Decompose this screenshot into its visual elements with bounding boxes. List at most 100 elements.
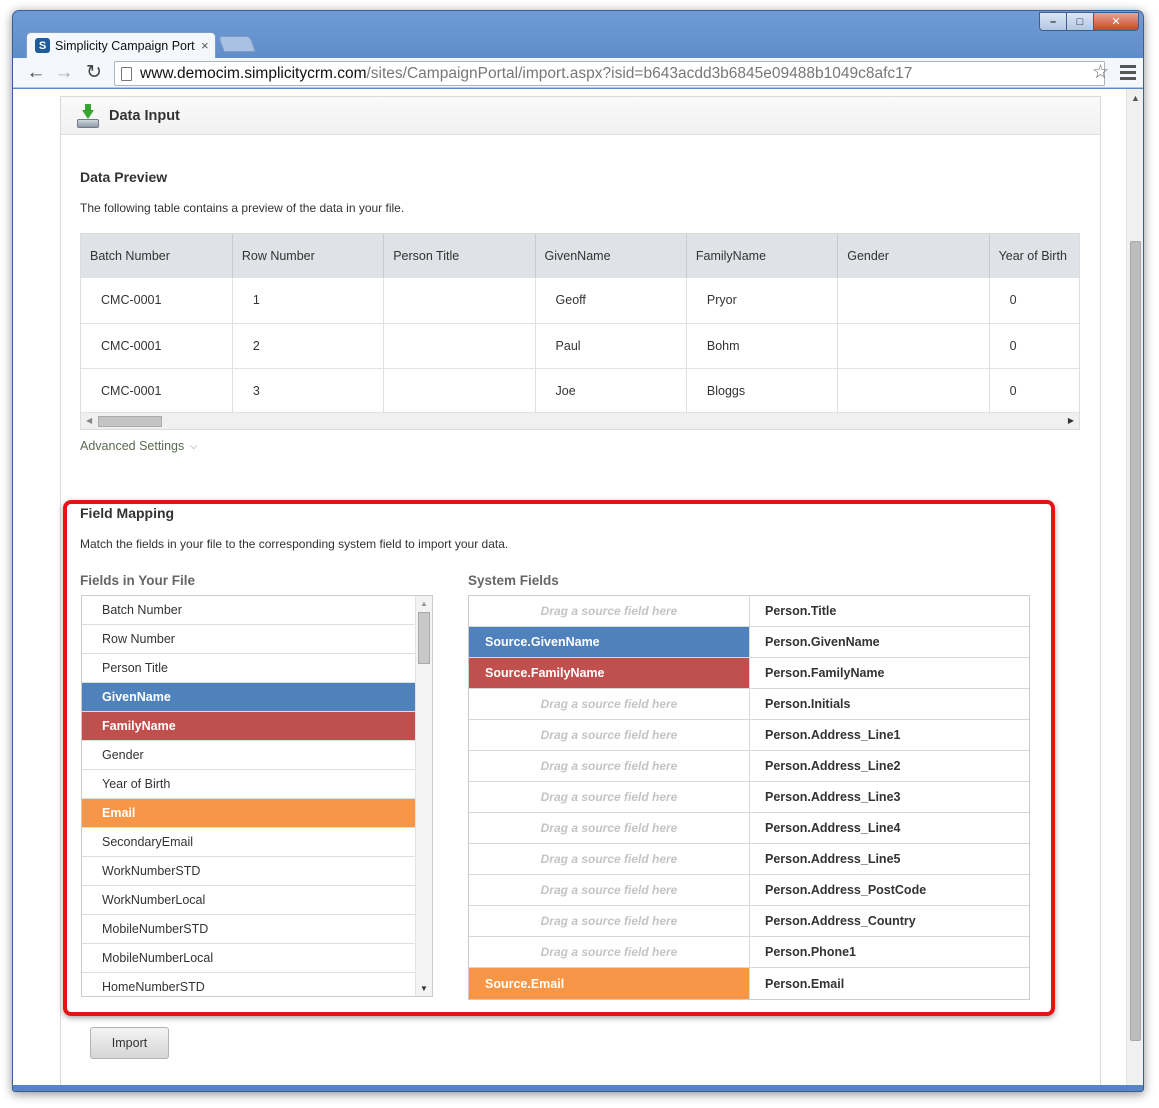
horizontal-scrollbar[interactable]: ◀ ▶ <box>81 412 1079 429</box>
table-cell: CMC-0001 <box>81 278 233 324</box>
url-path: /sites/CampaignPortal/import.aspx?isid=b… <box>366 64 913 82</box>
drop-target-placeholder[interactable]: Drag a source field here <box>469 875 750 905</box>
address-bar[interactable]: www.democim.simplicitycrm.com/sites/Camp… <box>114 61 1105 86</box>
scrollbar-thumb[interactable] <box>98 416 162 427</box>
browser-toolbar: ← → ↻ www.democim.simplicitycrm.com/site… <box>13 58 1143 88</box>
table-cell <box>837 323 990 369</box>
chevron-down-icon: ⌵ <box>190 440 198 451</box>
scroll-right-icon[interactable]: ▶ <box>1068 416 1074 425</box>
close-window-icon[interactable]: ✕ <box>1093 12 1139 31</box>
browser-tab[interactable]: S Simplicity Campaign Portal × <box>26 32 216 58</box>
back-arrow-icon[interactable]: ← <box>25 61 47 85</box>
file-field-item[interactable]: GivenName <box>82 683 416 712</box>
column-header: Row Number <box>232 234 385 278</box>
column-header: Year of Birth <box>989 234 1079 278</box>
scroll-down-icon[interactable]: ▼ <box>420 984 428 993</box>
new-tab-button[interactable] <box>218 36 256 52</box>
list-scrollbar[interactable]: ▲ ▼ <box>415 596 432 996</box>
import-button[interactable]: Import <box>90 1027 169 1059</box>
file-fields-title: Fields in Your File <box>80 573 196 588</box>
file-field-item[interactable]: SecondaryEmail <box>82 828 416 857</box>
drop-target-placeholder[interactable]: Drag a source field here <box>469 782 750 812</box>
system-field-row: Drag a source field here Person.Address_L… <box>469 720 1029 751</box>
table-cell: Joe <box>535 368 687 414</box>
scrollbar-thumb[interactable] <box>418 612 430 664</box>
file-field-item[interactable]: Row Number <box>82 625 416 654</box>
bookmark-star-icon[interactable]: ☆ <box>1092 61 1109 84</box>
drop-target-placeholder[interactable]: Drag a source field here <box>469 813 750 843</box>
file-field-item[interactable]: Gender <box>82 741 416 770</box>
file-fields-list[interactable]: Batch Number Row Number Person Title GivenN… <box>81 595 433 997</box>
table-cell: 0 <box>989 278 1079 324</box>
scroll-left-icon[interactable]: ◀ <box>86 416 92 425</box>
advanced-settings-link[interactable]: Advanced Settings ⌵ <box>80 439 197 453</box>
table-cell: 2 <box>232 323 385 369</box>
page-viewport: Data Input Data Preview The following ta… <box>13 89 1143 1085</box>
drop-target-placeholder[interactable]: Drag a source field here <box>469 689 750 719</box>
favicon-icon: S <box>35 38 50 53</box>
drop-target-placeholder[interactable]: Drag a source field here <box>469 596 750 626</box>
drop-target-placeholder[interactable]: Drag a source field here <box>469 751 750 781</box>
advanced-settings-label: Advanced Settings <box>80 439 185 453</box>
system-field-row: Drag a source field here Person.Initials <box>469 689 1029 720</box>
mapped-source-field[interactable]: Source.Email <box>469 968 750 999</box>
forward-arrow-icon[interactable]: → <box>53 61 75 85</box>
file-field-item[interactable]: MobileNumberLocal <box>82 944 416 973</box>
window-controls: – □ ✕ <box>1039 12 1139 31</box>
page-scrollbar[interactable]: ▲ <box>1126 89 1143 1085</box>
panel-header: Data Input <box>61 97 1100 135</box>
file-field-item[interactable]: WorkNumberSTD <box>82 857 416 886</box>
scrollbar-thumb[interactable] <box>1130 241 1141 1041</box>
column-header: FamilyName <box>686 234 839 278</box>
menu-icon[interactable] <box>1120 62 1136 83</box>
drop-target-placeholder[interactable]: Drag a source field here <box>469 844 750 874</box>
table-cell <box>383 278 536 324</box>
tab-close-icon[interactable]: × <box>201 38 209 53</box>
drop-target-placeholder[interactable]: Drag a source field here <box>469 937 750 967</box>
table-cell <box>837 278 990 324</box>
table-row: CMC-0001 2 Paul Bohm 0 <box>81 323 1079 369</box>
file-field-item[interactable]: MobileNumberSTD <box>82 915 416 944</box>
column-header: GivenName <box>535 234 687 278</box>
table-cell: CMC-0001 <box>81 323 233 369</box>
reload-icon[interactable]: ↻ <box>83 61 105 85</box>
drop-target-placeholder[interactable]: Drag a source field here <box>469 720 750 750</box>
field-mapping-description: Match the fields in your file to the cor… <box>80 537 509 551</box>
system-field-row: Drag a source field here Person.Address_L… <box>469 782 1029 813</box>
table-cell: 0 <box>989 368 1079 414</box>
system-field-row: Source.FamilyName Person.FamilyName <box>469 658 1029 689</box>
minimize-icon[interactable]: – <box>1039 12 1067 31</box>
file-field-item[interactable]: Email <box>82 799 416 828</box>
file-field-item[interactable]: Year of Birth <box>82 770 416 799</box>
file-field-item[interactable]: Batch Number <box>82 596 416 625</box>
table-cell: 0 <box>989 323 1079 369</box>
mapped-source-field[interactable]: Source.FamilyName <box>469 658 750 688</box>
system-field-label: Person.Address_Line3 <box>765 790 901 804</box>
system-field-row: Drag a source field here Person.Address_L… <box>469 751 1029 782</box>
maximize-icon[interactable]: □ <box>1066 12 1094 31</box>
system-field-label: Person.Initials <box>765 697 851 711</box>
table-header-row: Batch Number Row Number Person Title Giv… <box>81 234 1079 278</box>
file-field-item[interactable]: FamilyName <box>82 712 416 741</box>
data-preview-description: The following table contains a preview o… <box>80 201 405 215</box>
column-header: Gender <box>837 234 990 278</box>
data-input-panel: Data Input Data Preview The following ta… <box>60 96 1101 1085</box>
system-field-row: Source.GivenName Person.GivenName <box>469 627 1029 658</box>
table-cell <box>383 323 536 369</box>
scroll-up-icon[interactable]: ▲ <box>1131 93 1140 103</box>
column-header: Person Title <box>383 234 536 278</box>
table-cell: Paul <box>535 323 687 369</box>
drop-target-placeholder[interactable]: Drag a source field here <box>469 906 750 936</box>
mapped-source-field[interactable]: Source.GivenName <box>469 627 750 657</box>
file-field-item[interactable]: HomeNumberSTD <box>82 973 416 996</box>
scroll-up-icon[interactable]: ▲ <box>420 599 428 608</box>
file-field-item[interactable]: Person Title <box>82 654 416 683</box>
system-field-row: Drag a source field here Person.Address_C… <box>469 906 1029 937</box>
system-field-label: Person.Address_Line5 <box>765 852 901 866</box>
system-field-label: Person.Address_Country <box>765 914 916 928</box>
file-field-item[interactable]: WorkNumberLocal <box>82 886 416 915</box>
table-cell: Bloggs <box>686 368 839 414</box>
data-preview-title: Data Preview <box>80 169 168 185</box>
import-icon <box>77 103 99 128</box>
table-row: CMC-0001 1 Geoff Pryor 0 <box>81 278 1079 324</box>
